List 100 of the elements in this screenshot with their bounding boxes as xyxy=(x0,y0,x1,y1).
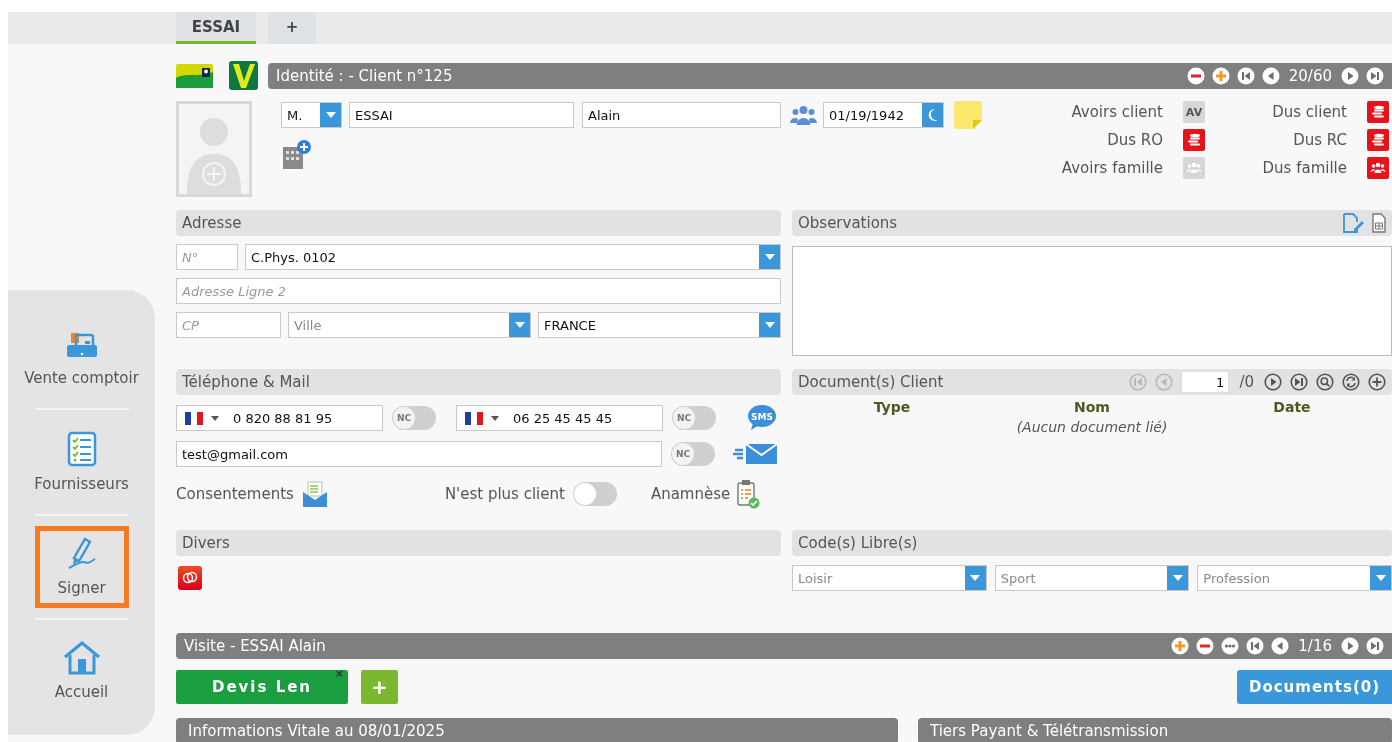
tab[interactable]: ESSAI xyxy=(176,12,256,44)
previous-icon[interactable] xyxy=(1261,66,1280,85)
documents-button[interactable]: Documents(0) xyxy=(1237,670,1392,704)
sidebar-item[interactable]: Signer xyxy=(34,526,129,608)
nc-toggle[interactable]: NC xyxy=(672,406,716,430)
section-header: Divers xyxy=(176,530,781,556)
section-header: Observations xyxy=(792,210,1392,236)
city-select[interactable]: Ville xyxy=(288,312,531,338)
caret-icon[interactable] xyxy=(491,415,499,421)
email-field[interactable]: test@gmail.com xyxy=(176,441,662,467)
moon-icon[interactable] xyxy=(922,103,943,127)
last-name-field[interactable]: ESSAI xyxy=(349,102,574,128)
page-field[interactable]: 1 xyxy=(1181,371,1230,393)
page-counter: /0 xyxy=(1239,373,1254,391)
last-page-icon[interactable] xyxy=(1366,637,1384,655)
remove-icon[interactable] xyxy=(1186,66,1205,85)
section-header: Adresse xyxy=(176,210,781,236)
caret-icon[interactable] xyxy=(211,415,219,421)
observations-field[interactable] xyxy=(792,246,1392,356)
flag-icon xyxy=(185,411,203,425)
quote-tab[interactable]: Devis Len × xyxy=(176,670,348,704)
tab[interactable]: + xyxy=(268,12,316,44)
remove-icon[interactable] xyxy=(1196,637,1215,655)
caret-icon[interactable] xyxy=(1370,566,1391,590)
balance-label: Dus RC xyxy=(1292,130,1347,151)
nc-toggle[interactable]: NC xyxy=(392,406,436,430)
birth-date-field[interactable]: 01/19/1942 xyxy=(823,102,944,128)
home-icon xyxy=(62,641,101,675)
column-header: Type xyxy=(872,399,912,415)
caret-icon[interactable] xyxy=(964,566,986,590)
spreadsheet-document-icon[interactable] xyxy=(1372,213,1386,233)
phone-field[interactable]: 06 25 45 45 45 xyxy=(456,405,663,431)
balance-label: Dus famille xyxy=(1261,158,1347,179)
first-page-icon[interactable] xyxy=(1246,637,1265,655)
nc-toggle[interactable]: NC xyxy=(671,442,715,466)
add-icon[interactable] xyxy=(1171,637,1190,655)
sidebar-item[interactable]: Vente comptoir xyxy=(11,320,152,398)
country-select[interactable]: FRANCE xyxy=(538,312,781,338)
next-icon[interactable] xyxy=(1341,637,1359,655)
last-page-icon[interactable] xyxy=(1366,66,1384,85)
balance-label: Dus RO xyxy=(1106,130,1163,151)
caret-icon[interactable] xyxy=(759,245,780,269)
code-select[interactable]: Sport xyxy=(994,565,1190,591)
card-icon xyxy=(176,63,213,88)
refresh-icon[interactable] xyxy=(1342,373,1360,391)
empty-message: (Aucun document lié) xyxy=(1016,419,1168,435)
next-icon[interactable] xyxy=(1341,66,1359,85)
panel-header: Informations Vitale au 08/01/2025 xyxy=(176,718,898,742)
coins-icon[interactable] xyxy=(1367,101,1389,123)
balance-label: Avoirs client xyxy=(1070,102,1163,123)
add-icon[interactable] xyxy=(1211,66,1230,85)
section-header: Téléphone & Mail xyxy=(176,369,781,395)
add-icon[interactable] xyxy=(1368,373,1386,391)
search-icon[interactable] xyxy=(1316,373,1334,391)
sidebar-item[interactable]: Accueil xyxy=(34,630,129,712)
panel-header: Tiers Payant & Télétransmission xyxy=(918,718,1392,742)
code-select[interactable]: Profession xyxy=(1197,565,1392,591)
edit-document-icon[interactable] xyxy=(1342,213,1364,233)
coins-icon[interactable] xyxy=(1367,129,1389,151)
section-title: Visite - ESSAI Alain xyxy=(184,637,327,655)
last-page-icon[interactable] xyxy=(1290,373,1308,391)
not-client-label: N'est plus client xyxy=(444,485,565,503)
column-header: Date xyxy=(1272,399,1312,415)
caret-icon[interactable] xyxy=(320,103,341,127)
checklist-icon xyxy=(66,431,97,467)
code-select[interactable]: Loisir xyxy=(792,565,987,591)
check-logo-icon xyxy=(229,61,258,90)
anamnesis-link[interactable]: Anamnèse xyxy=(650,485,731,503)
caret-icon[interactable] xyxy=(759,313,780,337)
phone-field[interactable]: 0 820 88 81 95 xyxy=(176,405,383,431)
first-page-icon[interactable] xyxy=(1236,66,1255,85)
postal-code-field[interactable]: CP xyxy=(176,312,281,338)
credit-icon[interactable]: AV xyxy=(1183,101,1205,123)
close-icon[interactable]: × xyxy=(334,667,344,680)
caret-icon[interactable] xyxy=(509,313,530,337)
balance-label: Avoirs famille xyxy=(1060,158,1163,179)
clipboard-check-icon[interactable] xyxy=(736,479,761,509)
send-mail-icon[interactable] xyxy=(733,443,777,465)
people-icon[interactable] xyxy=(790,104,817,126)
building-add-icon[interactable] xyxy=(281,139,313,169)
not-client-toggle[interactable] xyxy=(572,482,617,506)
coins-icon[interactable] xyxy=(1183,129,1205,151)
mail-checklist-icon[interactable] xyxy=(301,481,328,507)
more-icon[interactable] xyxy=(1221,637,1240,655)
sidebar-item[interactable]: Fournisseurs xyxy=(34,420,129,504)
number-field[interactable]: N° xyxy=(176,244,238,270)
address-line-field[interactable]: Adresse Ligne 2 xyxy=(176,278,781,304)
flag-icon xyxy=(465,411,483,425)
family-icon[interactable] xyxy=(1367,157,1389,179)
page-counter: 1/16 xyxy=(1298,637,1332,655)
street-select[interactable]: C.Phys. 0102 xyxy=(245,244,781,270)
column-header: Nom xyxy=(1073,399,1111,415)
consents-link[interactable]: Consentements xyxy=(176,485,294,503)
previous-icon[interactable] xyxy=(1271,637,1290,655)
first-name-field[interactable]: Alain xyxy=(582,102,781,128)
rings-icon[interactable] xyxy=(178,566,202,590)
section-title: Identité : - Client n°125 xyxy=(276,66,454,85)
next-icon[interactable] xyxy=(1264,373,1282,391)
civility-select[interactable]: M. xyxy=(281,102,342,128)
caret-icon[interactable] xyxy=(1167,566,1189,590)
